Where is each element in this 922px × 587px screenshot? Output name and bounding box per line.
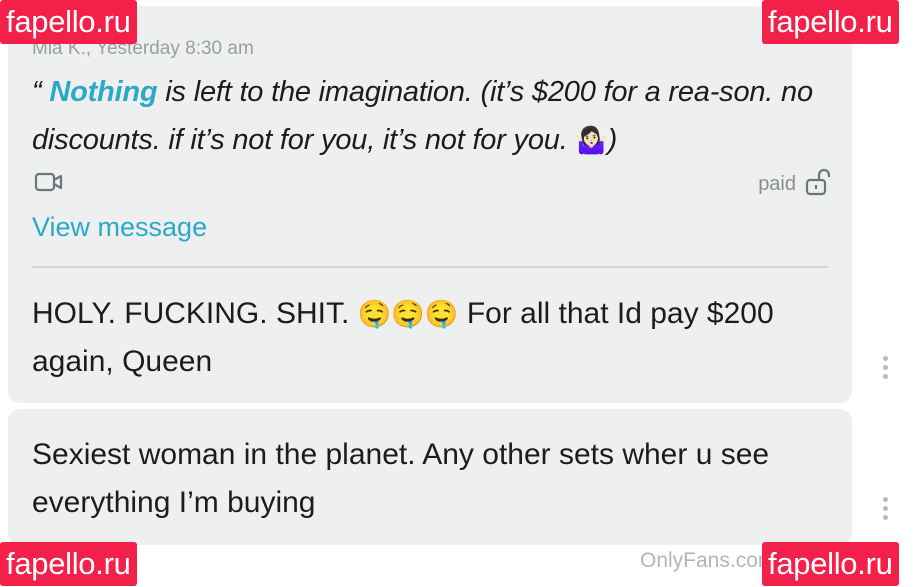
unlock-icon	[804, 168, 831, 201]
reply-message-text: HOLY. FUCKING. SHIT. 🤤🤤🤤 For all that Id…	[32, 290, 832, 386]
watermark-logo: fapello.ru	[0, 542, 137, 586]
video-icon	[34, 171, 64, 198]
view-message-link[interactable]: View message	[32, 212, 207, 243]
message-bubble: Sexiest woman in the planet. Any other s…	[8, 409, 852, 545]
quote-close-mark: )	[607, 124, 618, 156]
watermark-logo: fapello.ru	[762, 542, 899, 586]
paid-label: paid	[758, 173, 796, 195]
paid-indicator: paid	[758, 168, 831, 201]
more-vertical-icon[interactable]	[880, 497, 890, 520]
quote-open-mark: “	[32, 76, 50, 108]
footer-site-label: OnlyFans.com	[640, 549, 776, 572]
watermark-logo: fapello.ru	[0, 0, 137, 44]
drooling-emoji: 🤤🤤🤤	[357, 299, 459, 329]
quoted-message-text: “ Nothing is left to the imagination. (i…	[32, 68, 822, 164]
more-vertical-icon[interactable]	[880, 356, 890, 379]
message-text: Sexiest woman in the planet. Any other s…	[32, 438, 770, 519]
quote-highlight-word: Nothing	[49, 76, 158, 108]
message-bubble-reply: Mia K., Yesterday 8:30 am “ Nothing is l…	[8, 6, 852, 403]
divider	[32, 266, 828, 268]
shrug-emoji: 🤷🏻‍♀️	[575, 125, 608, 155]
watermark-logo: fapello.ru	[762, 0, 899, 44]
reply-text-start: HOLY. FUCKING. SHIT.	[32, 297, 358, 330]
